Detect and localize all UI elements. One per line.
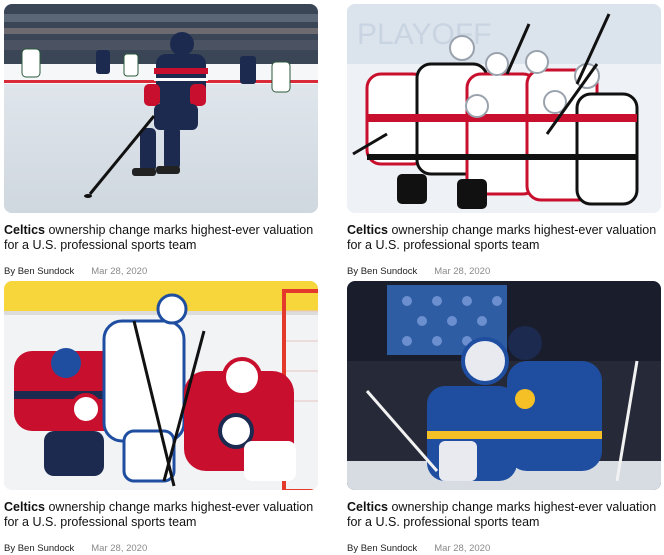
headline-text: ownership change marks highest-ever valu… (347, 500, 657, 529)
article-thumbnail[interactable] (4, 281, 318, 490)
article-author[interactable]: By Ben Sundock (4, 543, 74, 555)
article-card[interactable]: Celtics ownership change marks highest-e… (4, 4, 318, 277)
article-date: Mar 28, 2020 (91, 266, 148, 277)
hockey-photo-4 (347, 281, 661, 490)
headline-text: ownership change marks highest-ever valu… (347, 223, 657, 252)
article-thumbnail[interactable] (347, 281, 661, 490)
article-headline[interactable]: Celtics ownership change marks highest-e… (4, 500, 314, 530)
article-meta: By Ben Sundock Mar 28, 2020 (347, 543, 661, 555)
article-thumbnail[interactable] (4, 4, 318, 213)
article-meta: By Ben Sundock Mar 28, 2020 (347, 266, 661, 278)
article-meta: By Ben Sundock Mar 28, 2020 (4, 266, 318, 278)
hockey-photo-3 (4, 281, 318, 490)
article-date: Mar 28, 2020 (434, 266, 491, 277)
article-thumbnail[interactable]: PLAYOFF (347, 4, 661, 213)
hockey-photo-1 (4, 4, 318, 213)
article-date: Mar 28, 2020 (434, 543, 491, 554)
article-grid: Celtics ownership change marks highest-e… (4, 4, 661, 554)
article-headline[interactable]: Celtics ownership change marks highest-e… (347, 500, 657, 530)
headline-text: ownership change marks highest-ever valu… (4, 500, 314, 529)
headline-team: Celtics (4, 500, 45, 514)
article-author[interactable]: By Ben Sundock (347, 266, 417, 278)
article-meta: By Ben Sundock Mar 28, 2020 (4, 543, 318, 555)
article-card[interactable]: PLAYOFF Celtics ownership change marks h… (347, 4, 661, 277)
article-card[interactable]: Celtics ownership change marks highest-e… (347, 281, 661, 554)
article-headline[interactable]: Celtics ownership change marks highest-e… (4, 223, 314, 253)
headline-team: Celtics (347, 223, 388, 237)
article-author[interactable]: By Ben Sundock (347, 543, 417, 555)
headline-team: Celtics (4, 223, 45, 237)
headline-team: Celtics (347, 500, 388, 514)
article-card[interactable]: Celtics ownership change marks highest-e… (4, 281, 318, 554)
headline-text: ownership change marks highest-ever valu… (4, 223, 314, 252)
article-date: Mar 28, 2020 (91, 543, 148, 554)
hockey-photo-2: PLAYOFF (347, 4, 661, 213)
article-author[interactable]: By Ben Sundock (4, 266, 74, 278)
article-headline[interactable]: Celtics ownership change marks highest-e… (347, 223, 657, 253)
